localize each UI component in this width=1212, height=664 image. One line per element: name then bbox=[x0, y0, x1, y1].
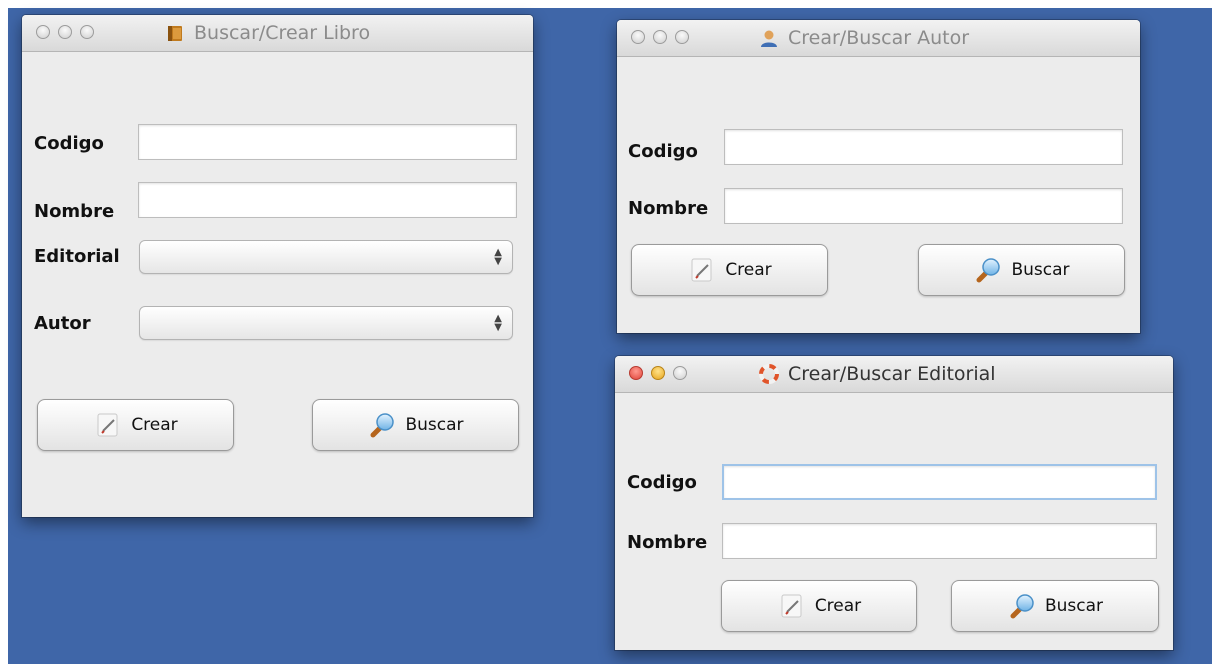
magnifier-icon bbox=[1010, 594, 1034, 619]
zoom-button[interactable] bbox=[673, 366, 687, 380]
codigo-label: Codigo bbox=[627, 472, 697, 493]
window-title: Crear/Buscar Editorial bbox=[788, 363, 996, 385]
autor-select[interactable]: ▲ ▼ bbox=[139, 306, 513, 340]
nombre-label: Nombre bbox=[627, 532, 708, 553]
magnifier-icon bbox=[370, 413, 395, 438]
close-button[interactable] bbox=[629, 366, 643, 380]
nombre-field[interactable] bbox=[722, 523, 1157, 559]
buscar-button[interactable]: Buscar bbox=[951, 580, 1159, 632]
titlebar[interactable]: Buscar/Crear Libro bbox=[22, 15, 533, 52]
zoom-button[interactable] bbox=[675, 30, 689, 44]
close-button[interactable] bbox=[631, 30, 645, 44]
editorial-label: Editorial bbox=[34, 246, 120, 267]
window-title: Buscar/Crear Libro bbox=[194, 22, 371, 44]
codigo-label: Codigo bbox=[34, 133, 104, 154]
window-buscar-crear-libro: Buscar/Crear Libro Codigo Nombre Editori… bbox=[22, 15, 533, 517]
autor-label: Autor bbox=[34, 313, 91, 334]
crear-button[interactable]: Crear bbox=[631, 244, 828, 296]
buscar-button-label: Buscar bbox=[1044, 596, 1104, 616]
book-icon bbox=[168, 26, 182, 41]
titlebar[interactable]: Crear/Buscar Editorial bbox=[615, 356, 1173, 393]
minimize-button[interactable] bbox=[58, 25, 72, 39]
crear-button-label: Crear bbox=[131, 415, 178, 435]
zoom-button[interactable] bbox=[80, 25, 94, 39]
window-crear-buscar-editorial: Crear/Buscar Editorial Codigo Nombre Cre… bbox=[615, 356, 1173, 650]
crear-button-label: Crear bbox=[814, 596, 862, 616]
nombre-label: Nombre bbox=[628, 198, 709, 219]
window-title: Crear/Buscar Autor bbox=[788, 27, 970, 49]
buscar-button[interactable]: Buscar bbox=[918, 244, 1125, 296]
buscar-button-label: Buscar bbox=[1011, 260, 1070, 280]
lifebuoy-icon bbox=[759, 364, 779, 384]
pencil-paper-icon bbox=[781, 594, 802, 618]
updown-arrows-icon: ▲ ▼ bbox=[494, 313, 502, 333]
buscar-button-label: Buscar bbox=[405, 415, 464, 435]
editorial-select[interactable]: ▲ ▼ bbox=[139, 240, 513, 274]
magnifier-icon bbox=[976, 258, 1001, 283]
buscar-button[interactable]: Buscar bbox=[312, 399, 519, 451]
codigo-field[interactable] bbox=[724, 129, 1123, 165]
pencil-paper-icon bbox=[97, 413, 118, 437]
updown-arrows-icon: ▲ ▼ bbox=[494, 247, 502, 267]
close-button[interactable] bbox=[36, 25, 50, 39]
codigo-label: Codigo bbox=[628, 141, 698, 162]
codigo-field[interactable] bbox=[722, 464, 1157, 500]
crear-button[interactable]: Crear bbox=[721, 580, 917, 632]
minimize-button[interactable] bbox=[653, 30, 667, 44]
window-crear-buscar-autor: Crear/Buscar Autor Codigo Nombre Crear B… bbox=[617, 20, 1140, 333]
nombre-field[interactable] bbox=[138, 182, 517, 218]
crear-button-label: Crear bbox=[725, 260, 772, 280]
nombre-label: Nombre bbox=[34, 201, 115, 222]
titlebar[interactable]: Crear/Buscar Autor bbox=[617, 20, 1140, 57]
nombre-field[interactable] bbox=[724, 188, 1123, 224]
pencil-paper-icon bbox=[691, 258, 712, 282]
person-icon bbox=[761, 30, 777, 47]
minimize-button[interactable] bbox=[651, 366, 665, 380]
codigo-field[interactable] bbox=[138, 124, 517, 160]
crear-button[interactable]: Crear bbox=[37, 399, 234, 451]
